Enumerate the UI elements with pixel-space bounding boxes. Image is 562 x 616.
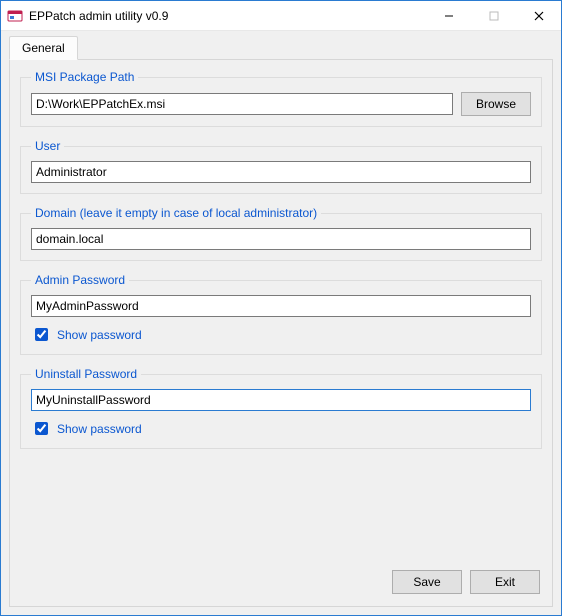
browse-button[interactable]: Browse xyxy=(461,92,531,116)
admin-password-legend: Admin Password xyxy=(31,273,129,287)
close-button[interactable] xyxy=(516,1,561,30)
app-window: EPPatch admin utility v0.9 General MSI P… xyxy=(0,0,562,616)
exit-button[interactable]: Exit xyxy=(470,570,540,594)
save-button[interactable]: Save xyxy=(392,570,462,594)
admin-show-password-label[interactable]: Show password xyxy=(57,328,142,342)
admin-show-password-checkbox[interactable] xyxy=(35,328,48,341)
maximize-button xyxy=(471,1,516,30)
user-legend: User xyxy=(31,139,64,153)
uninstall-show-password-label[interactable]: Show password xyxy=(57,422,142,436)
group-admin-password: Admin Password Show password xyxy=(20,273,542,355)
group-domain: Domain (leave it empty in case of local … xyxy=(20,206,542,261)
minimize-button[interactable] xyxy=(426,1,471,30)
uninstall-password-input[interactable] xyxy=(31,389,531,411)
group-msi-package-path: MSI Package Path Browse xyxy=(20,70,542,127)
domain-legend: Domain (leave it empty in case of local … xyxy=(31,206,321,220)
uninstall-show-password-checkbox[interactable] xyxy=(35,422,48,435)
tab-strip: General xyxy=(1,31,561,59)
window-buttons xyxy=(426,1,561,30)
app-icon xyxy=(7,8,23,24)
domain-input[interactable] xyxy=(31,228,531,250)
user-input[interactable] xyxy=(31,161,531,183)
uninstall-password-legend: Uninstall Password xyxy=(31,367,141,381)
msi-path-input[interactable] xyxy=(31,93,453,115)
group-uninstall-password: Uninstall Password Show password xyxy=(20,367,542,449)
spacer xyxy=(20,461,542,566)
admin-password-input[interactable] xyxy=(31,295,531,317)
tab-general[interactable]: General xyxy=(9,36,78,60)
window-title: EPPatch admin utility v0.9 xyxy=(29,9,426,23)
title-bar: EPPatch admin utility v0.9 xyxy=(1,1,561,31)
group-user: User xyxy=(20,139,542,194)
bottom-button-bar: Save Exit xyxy=(20,566,542,596)
tab-content-general: MSI Package Path Browse User Domain (lea… xyxy=(9,59,553,607)
msi-legend: MSI Package Path xyxy=(31,70,138,84)
